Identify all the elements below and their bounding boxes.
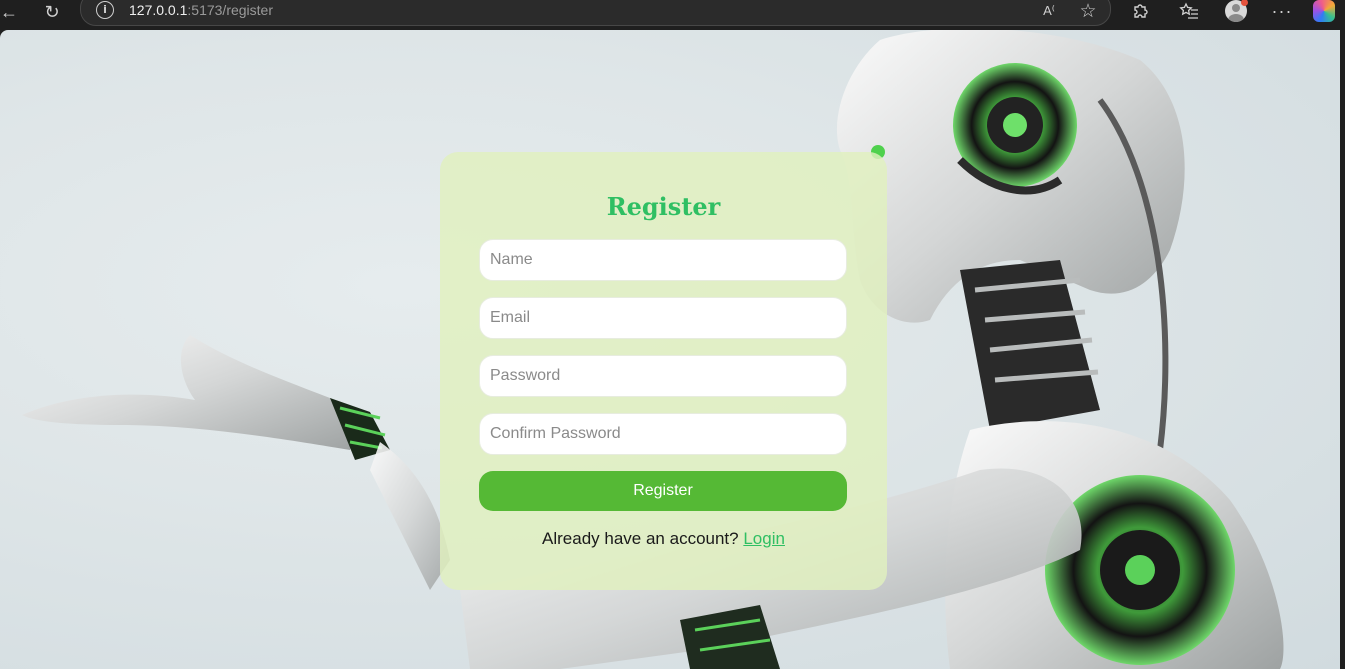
page-title: Register [606, 192, 721, 221]
more-icon[interactable]: ··· [1270, 0, 1294, 22]
url-path: :5173/register [187, 2, 273, 18]
info-icon[interactable]: i [96, 1, 114, 19]
puzzle-icon [1134, 4, 1148, 18]
page-viewport: Register Register Already have an accoun… [0, 30, 1340, 669]
favorites-button[interactable] [1177, 0, 1201, 22]
star-icon[interactable]: ☆ [1077, 0, 1099, 22]
confirm-password-input[interactable] [479, 413, 847, 455]
back-arrow-icon: ← [0, 2, 18, 22]
register-card: Register Register Already have an accoun… [440, 152, 887, 590]
url-host: 127.0.0.1 [129, 2, 188, 18]
login-prompt-line: Already have an account? Login [440, 529, 887, 549]
email-input[interactable] [479, 297, 847, 339]
url-text[interactable]: 127.0.0.1:5173/register [129, 2, 273, 18]
copilot-button[interactable] [1312, 0, 1336, 22]
back-button[interactable]: ← [0, 0, 21, 24]
password-input[interactable] [479, 355, 847, 397]
register-button[interactable]: Register [479, 471, 847, 511]
login-link[interactable]: Login [743, 529, 785, 548]
window-edge [1340, 30, 1345, 669]
notification-dot [1241, 0, 1248, 6]
login-prompt-text: Already have an account? [542, 529, 744, 548]
read-aloud-icon[interactable]: A⁽ [1038, 0, 1060, 22]
reload-icon: ↻ [44, 2, 60, 22]
browser-toolbar: ← ↻ i 127.0.0.1:5173/register A⁽ ☆ ··· [0, 0, 1345, 30]
copilot-icon [1313, 0, 1335, 22]
favorites-list-icon [1179, 2, 1198, 19]
name-input[interactable] [479, 239, 847, 281]
reload-button[interactable]: ↻ [40, 0, 64, 24]
extensions-button[interactable] [1129, 0, 1153, 22]
profile-button[interactable] [1224, 0, 1248, 22]
